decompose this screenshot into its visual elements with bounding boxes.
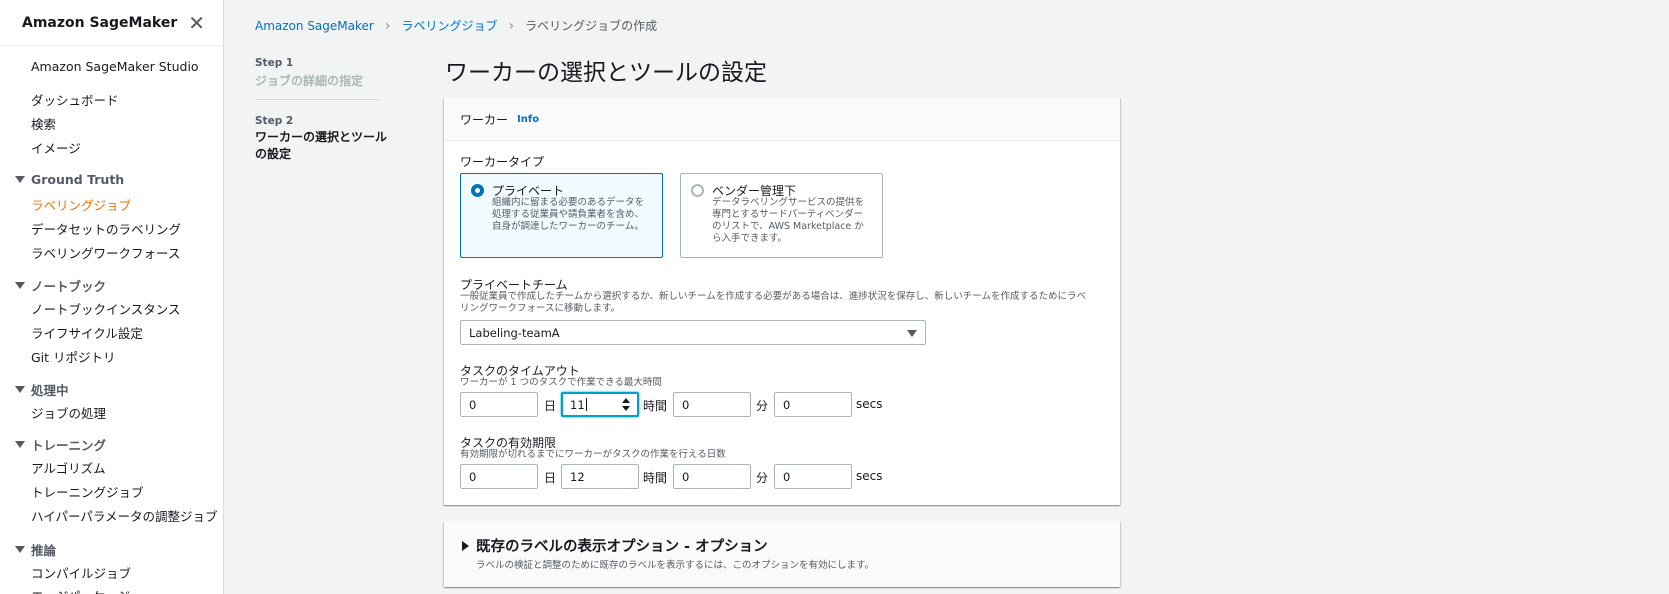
label-display-options-panel[interactable]: 既存のラベルの表示オプション - オプション ラベルの検証と調整のために既存のラ…	[444, 521, 1120, 587]
radio-selected-icon[interactable]	[471, 184, 484, 197]
sidebar-title: Amazon SageMaker	[22, 14, 178, 31]
breadcrumb-sagemaker[interactable]: Amazon SageMaker	[255, 19, 374, 33]
step-1-title[interactable]: ジョブの詳細の指定	[255, 72, 363, 89]
task-expiry-desc: 有効期限が切れるまでにワーカーがタスクの作業を行える日数	[460, 449, 726, 460]
breadcrumb: Amazon SageMaker › ラベリングジョブ › ラベリングジョブの作…	[255, 17, 657, 34]
spinner-icon[interactable]	[622, 398, 630, 411]
sidebar-item-labeling-jobs[interactable]: ラベリングジョブ	[31, 195, 131, 214]
sidebar-item-labeling-datasets[interactable]: データセットのラベリング	[31, 219, 181, 238]
expiry-days-unit: 日	[544, 471, 557, 485]
expiry-minutes-unit: 分	[756, 471, 769, 485]
sidebar-section-inference[interactable]: 推論	[15, 540, 56, 559]
worker-type-private-tile[interactable]: プライベート 組織内に留まる必要のあるデータを処理する従業員や請負業者を含め、自…	[460, 173, 663, 258]
timeout-seconds-input[interactable]: 0	[774, 392, 852, 417]
sidebar-item-labeling-workforces[interactable]: ラベリングワークフォース	[31, 243, 180, 262]
private-team-desc: 一般従業員で作成したチームから選択するか、新しいチームを作成する必要がある場合は…	[460, 291, 1086, 314]
sidebar-item-edge-packages[interactable]: エッジパッケージ	[31, 586, 130, 594]
sidebar-item-studio[interactable]: Amazon SageMaker Studio	[31, 59, 199, 74]
sidebar-item-search[interactable]: 検索	[31, 114, 56, 133]
expiry-seconds-input[interactable]: 0	[774, 464, 852, 489]
expiry-seconds-unit: secs	[856, 469, 883, 483]
sidebar-section-label: 処理中	[31, 383, 69, 398]
expiry-minutes-input[interactable]: 0	[673, 464, 751, 489]
workers-panel: ワーカー Info ワーカータイプ プライベート 組織内に留まる必要のあるデータ…	[444, 98, 1120, 505]
sidebar-item-training-jobs[interactable]: トレーニングジョブ	[31, 482, 144, 501]
sidebar-item-git-repos[interactable]: Git リポジトリ	[31, 347, 116, 366]
caret-down-icon	[15, 386, 25, 393]
worker-type-label: ワーカータイプ	[460, 155, 545, 169]
radio-unselected-icon[interactable]	[691, 184, 704, 197]
timeout-hours-input[interactable]: 11	[561, 392, 639, 417]
expiry-days-input[interactable]: 0	[460, 464, 538, 489]
sidebar-item-processing-jobs[interactable]: ジョブの処理	[31, 403, 106, 422]
expiry-hours-unit: 時間	[643, 471, 668, 485]
sidebar-item-lifecycle-config[interactable]: ライフサイクル設定	[31, 323, 143, 342]
private-team-value: Labeling-teamA	[469, 325, 560, 340]
timeout-days-input[interactable]: 0	[460, 392, 538, 417]
sidebar-section-ground-truth[interactable]: Ground Truth	[15, 172, 124, 187]
step-2-label: Step 2	[255, 115, 294, 127]
caret-down-icon	[15, 176, 25, 183]
private-team-select[interactable]: Labeling-teamA	[460, 320, 926, 345]
sidebar-section-processing[interactable]: 処理中	[15, 380, 69, 399]
breadcrumb-current: ラベリングジョブの作成	[525, 19, 658, 33]
caret-right-icon[interactable]	[462, 541, 469, 551]
sidebar-item-dashboard[interactable]: ダッシュボード	[31, 90, 119, 109]
sidebar-item-notebook-instances[interactable]: ノートブックインスタンス	[31, 299, 181, 318]
page-title: ワーカーの選択とツールの設定	[445, 60, 767, 86]
sidebar-item-compilation-jobs[interactable]: コンパイルジョブ	[31, 563, 131, 582]
task-timeout-desc: ワーカーが 1 つのタスクで作業できる最大時間	[460, 377, 662, 388]
workers-panel-header: ワーカー Info	[444, 98, 1120, 141]
sidebar-section-label: トレーニング	[31, 438, 107, 453]
sidebar-section-label: Ground Truth	[31, 172, 125, 187]
workers-panel-title: ワーカー	[460, 112, 509, 127]
breadcrumb-labeling-jobs[interactable]: ラベリングジョブ	[401, 17, 497, 34]
worker-type-vendor-desc: データラベリングサービスの提供を専門とするサードパーティベンダーのリストで、AW…	[712, 197, 865, 244]
timeout-minutes-input[interactable]: 0	[673, 392, 751, 417]
timeout-days-unit: 日	[544, 399, 557, 413]
step-divider	[255, 99, 380, 100]
sidebar: Amazon SageMaker ✕ Amazon SageMaker Stud…	[0, 0, 224, 594]
sidebar-item-algorithms[interactable]: アルゴリズム	[31, 458, 106, 477]
sidebar-item-hpo-jobs[interactable]: ハイパーパラメータの調整ジョブ	[31, 506, 218, 525]
worker-type-private-desc: 組織内に留まる必要のあるデータを処理する従業員や請負業者を含め、自身が調達したワ…	[492, 197, 645, 232]
label-display-options-title[interactable]: 既存のラベルの表示オプション - オプション	[476, 535, 768, 556]
timeout-minutes-unit: 分	[756, 399, 769, 413]
chevron-right-icon: ›	[508, 17, 515, 34]
caret-down-icon	[15, 546, 25, 553]
timeout-hours-unit: 時間	[643, 399, 668, 413]
sidebar-section-label: ノートブック	[31, 279, 107, 294]
info-link[interactable]: Info	[517, 114, 539, 125]
step-1-label: Step 1	[255, 57, 294, 69]
close-icon[interactable]: ✕	[188, 13, 205, 33]
worker-type-vendor-tile[interactable]: ベンダー管理下 データラベリングサービスの提供を専門とするサードパーティベンダー…	[680, 173, 883, 258]
sidebar-item-images[interactable]: イメージ	[31, 138, 81, 157]
chevron-right-icon: ›	[384, 17, 391, 34]
dropdown-arrow-icon	[907, 330, 917, 337]
sidebar-section-label: 推論	[31, 543, 57, 558]
expiry-hours-input[interactable]: 12	[561, 464, 639, 489]
caret-down-icon	[15, 282, 25, 289]
caret-down-icon	[15, 441, 25, 448]
timeout-seconds-unit: secs	[856, 397, 883, 411]
sidebar-section-training[interactable]: トレーニング	[15, 435, 106, 454]
label-display-options-desc: ラベルの検証と調整のために既存のラベルを表示するには、このオプションを有効にしま…	[476, 560, 875, 571]
sidebar-header: Amazon SageMaker ✕	[0, 0, 223, 46]
sidebar-section-notebook[interactable]: ノートブック	[15, 276, 106, 295]
step-2-title: ワーカーの選択とツールの設定	[255, 130, 388, 161]
